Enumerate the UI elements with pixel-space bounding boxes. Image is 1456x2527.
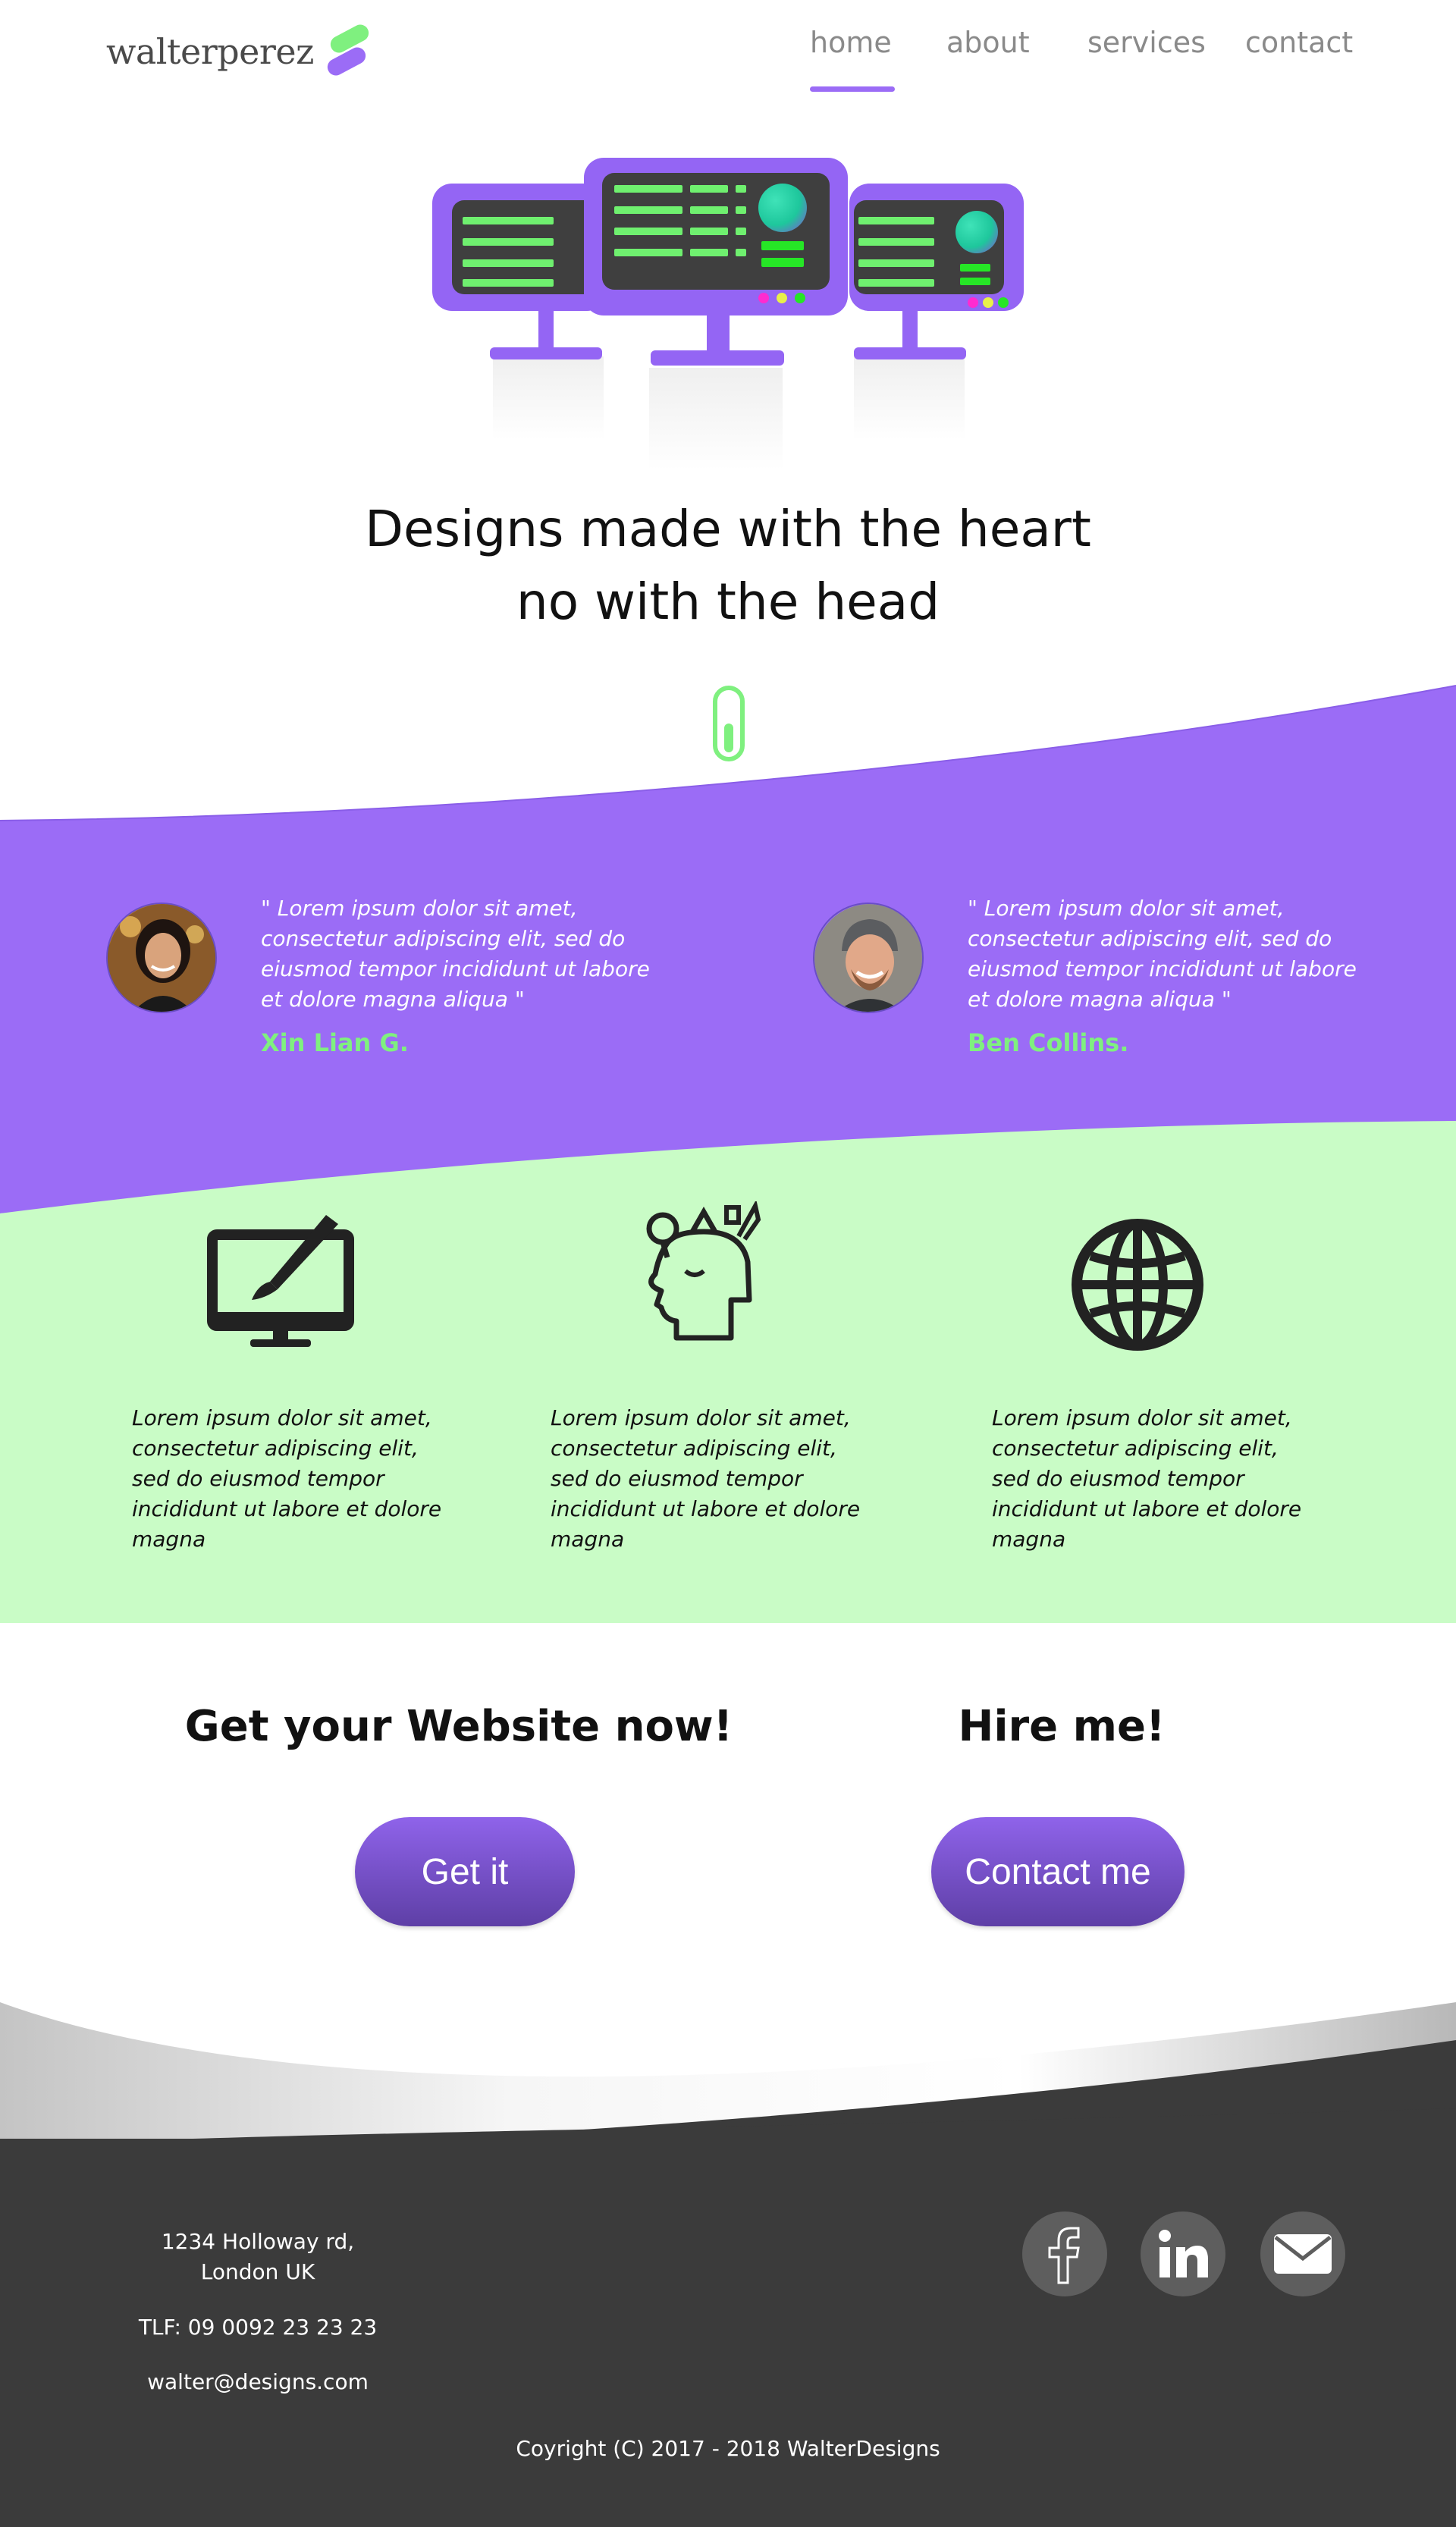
avatar-portrait bbox=[108, 904, 215, 1012]
address-line-1: 1234 Holloway rd, bbox=[161, 2229, 355, 2254]
monitor-base bbox=[651, 350, 784, 366]
monitor-shadow bbox=[493, 356, 604, 440]
mail-icon bbox=[1274, 2234, 1332, 2274]
avatar-xin-lian bbox=[106, 902, 217, 1013]
monitor-center bbox=[584, 158, 848, 315]
site-footer: 1234 Holloway rd, London UK TLF: 09 0092… bbox=[0, 2139, 1456, 2527]
facebook-icon bbox=[1048, 2227, 1080, 2284]
footer-address: 1234 Holloway rd, London UK bbox=[136, 2227, 379, 2287]
cta-hire-heading: Hire me! bbox=[958, 1702, 1166, 1751]
hero-monitors-illustration bbox=[432, 152, 1024, 470]
monitor-shadow bbox=[649, 368, 783, 470]
logo-text: walterperez bbox=[106, 31, 314, 72]
get-it-button[interactable]: Get it bbox=[355, 1817, 575, 1926]
nav-home[interactable]: home bbox=[810, 26, 892, 59]
mail-link[interactable] bbox=[1260, 2212, 1345, 2296]
nav-active-indicator bbox=[810, 86, 895, 92]
monitor-base bbox=[490, 347, 602, 359]
creative-head-icon bbox=[646, 1201, 761, 1341]
mouse-scroll-icon[interactable] bbox=[713, 686, 745, 761]
feature-text-1: Lorem ipsum dolor sit amet, consectetur … bbox=[132, 1405, 442, 1552]
footer-wave bbox=[0, 2002, 1456, 2161]
linkedin-icon bbox=[1159, 2230, 1208, 2277]
facebook-link[interactable] bbox=[1022, 2212, 1107, 2296]
address-line-2: London UK bbox=[200, 2259, 315, 2284]
feature-text-3: Lorem ipsum dolor sit amet, consectetur … bbox=[992, 1405, 1302, 1552]
site-header: walterperez home about services contact bbox=[0, 0, 1456, 99]
monitor-right bbox=[849, 184, 1024, 311]
footer-copyright: Coyright (C) 2017 - 2018 WalterDesigns bbox=[516, 2436, 940, 2461]
nav-services[interactable]: services bbox=[1087, 26, 1206, 59]
monitor-base bbox=[854, 347, 966, 359]
hero-title-line-1: Designs made with the heart bbox=[365, 500, 1091, 558]
monitor-shadow bbox=[854, 356, 965, 440]
hero-title-line-2: no with the head bbox=[516, 573, 940, 631]
avatar-ben-collins bbox=[813, 902, 924, 1013]
monitor-brush-icon bbox=[207, 1215, 354, 1347]
footer-phone: TLF: 09 0092 23 23 23 bbox=[138, 2315, 378, 2340]
nav-about[interactable]: about bbox=[946, 26, 1030, 59]
contact-me-button[interactable]: Contact me bbox=[931, 1817, 1185, 1926]
hero-title: Designs made with the heart no with the … bbox=[0, 493, 1456, 639]
avatar-portrait bbox=[814, 904, 922, 1012]
monitor-left bbox=[432, 184, 607, 311]
globe-icon bbox=[1072, 1219, 1203, 1351]
testimonial-quote-2: " Lorem ipsum dolor sit amet, consectetu… bbox=[968, 896, 1357, 1012]
logo[interactable]: walterperez bbox=[106, 21, 372, 80]
testimonial-quote-1: " Lorem ipsum dolor sit amet, consectetu… bbox=[261, 896, 650, 1012]
testimonial-author-2: Ben Collins. bbox=[968, 1028, 1129, 1057]
logo-mark-icon bbox=[324, 21, 372, 80]
testimonial-author-1: Xin Lian G. bbox=[261, 1028, 409, 1057]
footer-email-link[interactable]: walter@designs.com bbox=[114, 2369, 402, 2394]
linkedin-link[interactable] bbox=[1141, 2212, 1225, 2296]
feature-text-2: Lorem ipsum dolor sit amet, consectetur … bbox=[551, 1405, 861, 1552]
nav-contact[interactable]: contact bbox=[1245, 26, 1353, 59]
cta-website-heading: Get your Website now! bbox=[184, 1702, 733, 1751]
